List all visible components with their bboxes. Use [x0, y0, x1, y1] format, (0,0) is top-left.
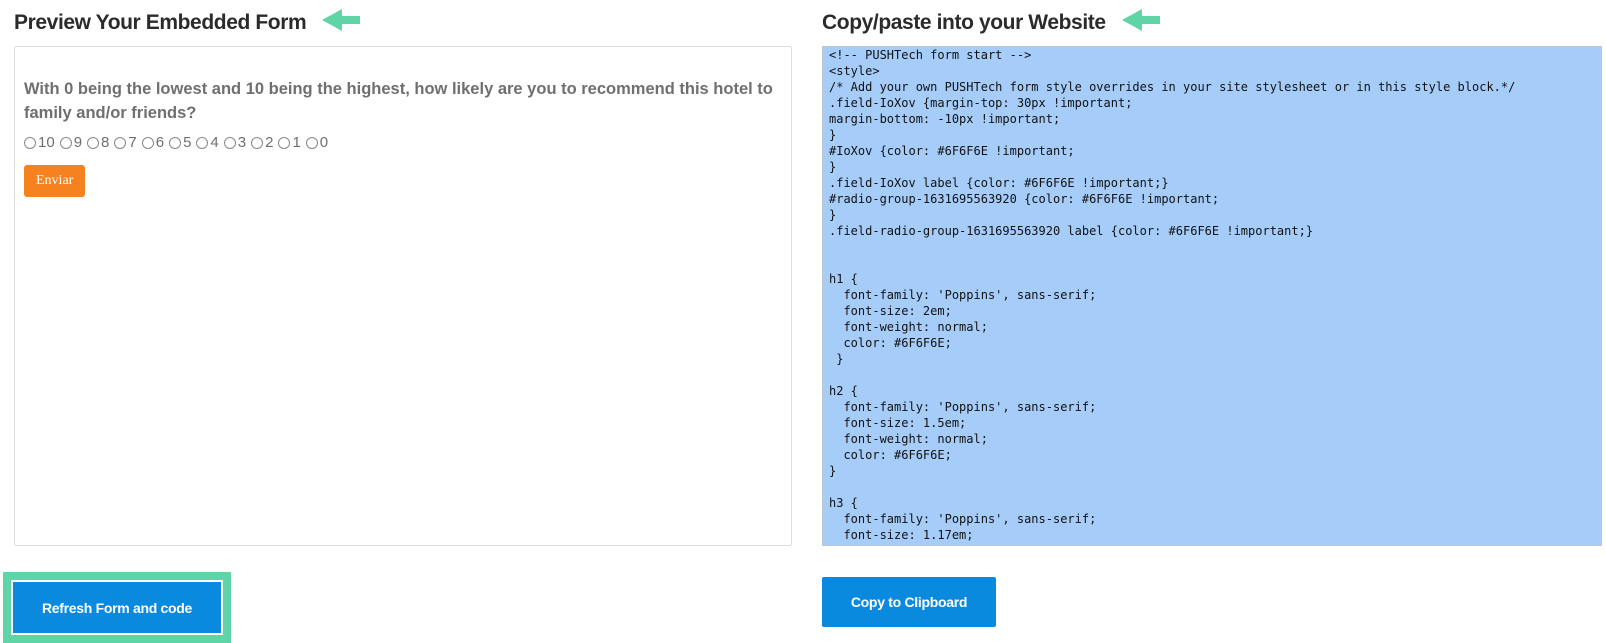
submit-button[interactable]: Enviar: [24, 165, 86, 197]
rating-option-label: 8: [101, 134, 110, 151]
rating-radio-group: 10 9 8 7 6 5 4 3 2 1 0: [24, 134, 782, 151]
form-question: With 0 being the lowest and 10 being the…: [24, 80, 773, 122]
rating-option-label: 3: [237, 134, 247, 151]
embed-code-textarea[interactable]: <!-- PUSHTech form start --> <style> /* …: [822, 46, 1602, 546]
preview-title: Preview Your Embedded Form: [14, 11, 307, 34]
arrow-left-icon: [322, 9, 361, 37]
refresh-highlight: Refresh Form and code: [3, 572, 231, 643]
rating-option[interactable]: 2: [251, 134, 273, 151]
rating-option[interactable]: 4: [196, 134, 219, 151]
radio-circle-icon[interactable]: [114, 136, 127, 149]
copy-to-clipboard-button[interactable]: Copy to Clipboard: [822, 577, 996, 627]
rating-option[interactable]: 10: [24, 134, 55, 151]
arrow-left-icon: [1121, 9, 1160, 37]
code-title: Copy/paste into your Website: [822, 11, 1106, 34]
form-preview-panel: With 0 being the lowest and 10 being the…: [14, 46, 792, 546]
rating-option[interactable]: 6: [141, 134, 165, 151]
radio-circle-icon[interactable]: [251, 136, 264, 149]
rating-option-label: 4: [210, 134, 219, 151]
rating-option-label: 10: [38, 134, 55, 151]
rating-option-label: 1: [292, 134, 301, 151]
rating-option-label: 5: [183, 134, 192, 151]
rating-option[interactable]: 7: [114, 134, 137, 151]
radio-circle-icon[interactable]: [59, 136, 72, 149]
rating-option[interactable]: 0: [305, 134, 329, 151]
preview-heading: Preview Your Embedded Form: [14, 9, 361, 37]
rating-option-label: 7: [128, 134, 137, 151]
radio-circle-icon[interactable]: [24, 136, 36, 149]
radio-circle-icon[interactable]: [223, 136, 236, 149]
refresh-form-button[interactable]: Refresh Form and code: [11, 580, 223, 635]
rating-option-label: 6: [155, 134, 165, 151]
radio-circle-icon[interactable]: [141, 136, 154, 149]
rating-option[interactable]: 9: [59, 134, 83, 151]
radio-circle-icon[interactable]: [196, 136, 209, 149]
radio-circle-icon[interactable]: [305, 136, 318, 149]
radio-circle-icon[interactable]: [278, 136, 291, 149]
radio-circle-icon[interactable]: [169, 136, 182, 149]
rating-option[interactable]: 1: [278, 134, 301, 151]
code-heading: Copy/paste into your Website: [822, 9, 1160, 37]
radio-circle-icon[interactable]: [87, 136, 100, 149]
rating-option-label: 2: [265, 134, 274, 151]
rating-option[interactable]: 3: [223, 134, 247, 151]
rating-option[interactable]: 5: [169, 134, 191, 151]
rating-option[interactable]: 8: [87, 134, 109, 151]
rating-option-label: 0: [319, 134, 329, 151]
rating-option-label: 9: [73, 134, 83, 151]
